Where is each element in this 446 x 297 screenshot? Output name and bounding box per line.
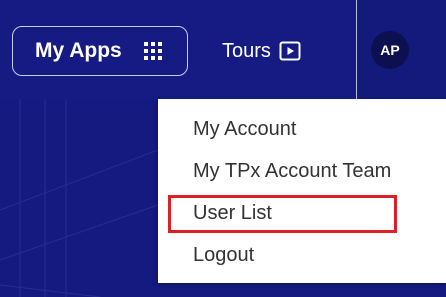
- menu-item-logout[interactable]: Logout: [193, 244, 254, 267]
- top-navigation-bar: My Apps Tours AP: [0, 0, 446, 99]
- menu-item-my-tpx-account-team[interactable]: My TPx Account Team: [193, 160, 391, 183]
- my-apps-button[interactable]: My Apps: [12, 26, 188, 76]
- menu-item-my-account[interactable]: My Account: [193, 118, 296, 141]
- avatar[interactable]: AP: [371, 31, 409, 69]
- user-menu-trigger[interactable]: AP: [356, 0, 446, 99]
- tours-label: Tours: [222, 39, 271, 62]
- grid-icon: [143, 42, 162, 60]
- menu-item-user-list[interactable]: User List: [193, 202, 272, 225]
- play-icon: [279, 41, 301, 61]
- user-dropdown-menu: My Account My TPx Account Team User List…: [158, 99, 446, 283]
- my-apps-label: My Apps: [35, 39, 122, 62]
- tours-button[interactable]: Tours: [222, 26, 301, 76]
